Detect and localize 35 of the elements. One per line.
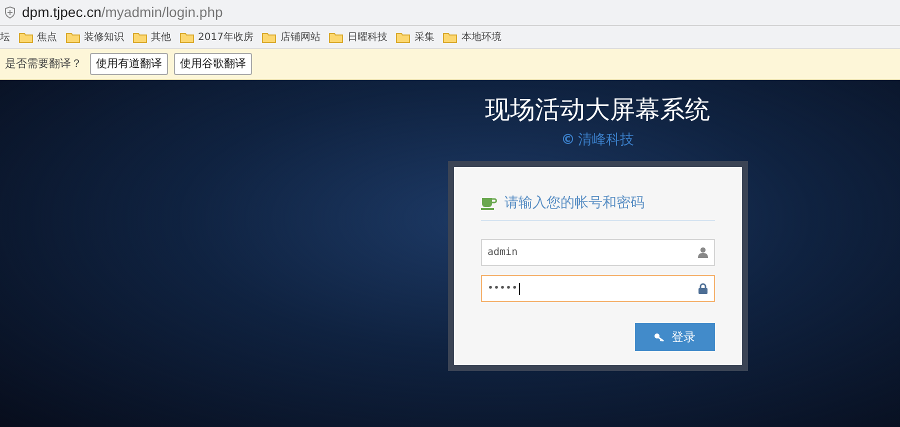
translate-button[interactable]: 使用有道翻译 — [90, 53, 168, 75]
user-icon — [698, 247, 708, 258]
folder-icon — [396, 32, 410, 42]
bookmark-item[interactable]: 本地环境 — [443, 30, 502, 44]
copyright-symbol: © — [561, 131, 575, 150]
folder-icon — [443, 32, 458, 42]
input-field[interactable]: ••••• — [480, 275, 714, 302]
bookmark-item[interactable]: 其他 — [133, 30, 171, 44]
login-heading: 请输入您的帐号和密码 — [504, 194, 644, 213]
bookmark-item[interactable]: 装修知识 — [66, 30, 124, 44]
shield-icon — [4, 6, 16, 19]
company-name: 清峰科技 — [578, 131, 634, 150]
folder-icon — [262, 32, 276, 42]
url-domain[interactable]: dpm.tjpec.cn — [22, 2, 102, 23]
folder-icon — [19, 32, 33, 42]
folder-icon — [329, 32, 344, 42]
key-icon — [654, 332, 664, 342]
translate-prompt: 是否需要翻译？ — [5, 56, 82, 72]
folder-icon — [66, 32, 80, 42]
text-caret — [518, 282, 520, 294]
url-path[interactable]: /myadmin/login.php — [101, 2, 223, 23]
bookmark-item[interactable]: 店铺网站 — [262, 30, 320, 44]
page-title: 现场活动大屏幕系统 — [485, 94, 710, 126]
input-field[interactable]: admin — [480, 239, 714, 266]
bookmark-item[interactable]: 采集 — [396, 30, 434, 44]
bookmark-item[interactable]: 坛 — [0, 30, 10, 44]
lock-icon — [698, 283, 708, 294]
login-button[interactable]: 登录 — [634, 323, 714, 351]
folder-icon — [133, 32, 147, 42]
folder-icon — [180, 32, 194, 42]
translate-button[interactable]: 使用谷歌翻译 — [174, 53, 252, 75]
bookmark-item[interactable]: 日曜科技 — [329, 30, 388, 44]
bookmark-item[interactable]: 2017年收房 — [180, 30, 254, 44]
bookmark-item[interactable]: 焦点 — [19, 30, 57, 44]
cup-icon — [480, 197, 496, 210]
